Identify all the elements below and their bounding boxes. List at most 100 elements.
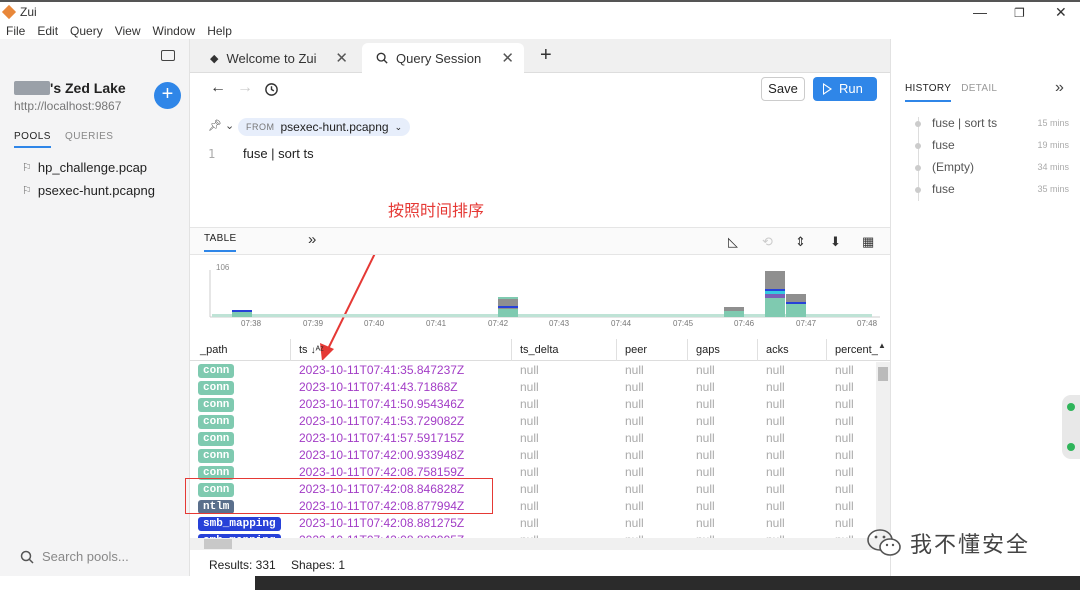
query-text[interactable]: fuse | sort ts	[243, 146, 314, 161]
null-cell[interactable]: null	[520, 482, 539, 496]
maximize-button[interactable]: ❐	[1014, 6, 1025, 20]
chart-shape-icon[interactable]: ◺	[728, 234, 738, 250]
column-divider[interactable]	[616, 339, 617, 361]
path-badge[interactable]: conn	[198, 432, 235, 446]
null-cell[interactable]: null	[766, 499, 785, 513]
history-item[interactable]: fuse | sort ts 15 mins	[915, 116, 1080, 132]
null-cell[interactable]: null	[625, 499, 644, 513]
from-pool-pill[interactable]: FROM psexec-hunt.pcapng ⌄	[238, 118, 411, 136]
path-badge[interactable]: smb_mapping	[198, 517, 281, 531]
collapse-panel-icon[interactable]: »	[1055, 79, 1064, 97]
column-header-peer[interactable]: peer	[625, 344, 647, 356]
tab-query-session[interactable]: Query Session ✕	[362, 43, 524, 73]
null-cell[interactable]: null	[520, 516, 539, 530]
tab-pools[interactable]: POOLS	[14, 131, 51, 148]
scroll-thumb[interactable]	[878, 367, 888, 381]
add-pool-button[interactable]: +	[154, 82, 181, 109]
menu-query[interactable]: Query	[70, 24, 103, 38]
null-cell[interactable]: null	[696, 482, 715, 496]
table-row[interactable]: conn 2023-10-11T07:41:50.954346Z null null n…	[190, 396, 876, 413]
minimize-button[interactable]: —	[973, 4, 987, 20]
tab-welcome[interactable]: ◆ Welcome to Zui ✕	[196, 43, 358, 73]
menu-file[interactable]: File	[6, 24, 25, 38]
null-cell[interactable]: null	[766, 363, 785, 377]
query-editor[interactable]: 1 fuse | sort ts	[190, 146, 890, 227]
column-divider[interactable]	[687, 339, 688, 361]
ts-cell[interactable]: 2023-10-11T07:42:08.758159Z	[299, 465, 464, 479]
table-row[interactable]: conn 2023-10-11T07:42:00.933948Z null null n…	[190, 447, 876, 464]
null-cell[interactable]: null	[625, 465, 644, 479]
null-cell[interactable]: null	[696, 465, 715, 479]
export-icon[interactable]: ⬇	[830, 234, 841, 250]
null-cell[interactable]: null	[520, 380, 539, 394]
null-cell[interactable]: null	[835, 482, 854, 496]
column-header-ts[interactable]: ts ↓ᴬᶻ	[299, 344, 324, 356]
ts-cell[interactable]: 2023-10-11T07:42:00.933948Z	[299, 448, 464, 462]
vertical-scrollbar[interactable]	[876, 362, 890, 538]
table-row[interactable]: conn 2023-10-11T07:41:43.71868Z null null nu…	[190, 379, 876, 396]
menu-edit[interactable]: Edit	[37, 24, 58, 38]
pool-item[interactable]: ⚐ hp_challenge.pcap	[22, 160, 147, 175]
search-pools-input[interactable]: Search pools...	[20, 549, 129, 564]
null-cell[interactable]: null	[625, 380, 644, 394]
close-window-button[interactable]: ✕	[1055, 4, 1067, 21]
table-row[interactable]: conn 2023-10-11T07:41:57.591715Z null null n…	[190, 430, 876, 447]
tab-table[interactable]: TABLE	[204, 233, 237, 252]
history-item[interactable]: fuse 35 mins	[915, 182, 1080, 198]
ts-cell[interactable]: 2023-10-11T07:41:57.591715Z	[299, 431, 464, 445]
null-cell[interactable]: null	[625, 414, 644, 428]
ts-cell[interactable]: 2023-10-11T07:41:43.71868Z	[299, 380, 458, 394]
null-cell[interactable]: null	[835, 499, 854, 513]
null-cell[interactable]: null	[835, 380, 854, 394]
null-cell[interactable]: null	[625, 482, 644, 496]
menu-window[interactable]: Window	[153, 24, 196, 38]
null-cell[interactable]: null	[766, 380, 785, 394]
null-cell[interactable]: null	[696, 448, 715, 462]
side-scroll-widget[interactable]	[1062, 395, 1080, 459]
path-badge[interactable]: conn	[198, 398, 235, 412]
null-cell[interactable]: null	[520, 431, 539, 445]
menu-view[interactable]: View	[115, 24, 141, 38]
refresh-icon[interactable]: ⟲	[762, 234, 773, 250]
null-cell[interactable]: null	[696, 363, 715, 377]
new-tab-button[interactable]: +	[540, 44, 552, 67]
table-row[interactable]: smb_mapping 2023-10-11T07:42:08.881275Z nu…	[190, 515, 876, 532]
null-cell[interactable]: null	[696, 380, 715, 394]
null-cell[interactable]: null	[766, 431, 785, 445]
back-arrow-icon[interactable]: ←	[210, 79, 226, 97]
column-header-gaps[interactable]: gaps	[696, 344, 720, 356]
path-badge[interactable]: conn	[198, 415, 235, 429]
tab-queries[interactable]: QUERIES	[65, 131, 114, 148]
column-header-path[interactable]: _path	[200, 344, 228, 356]
null-cell[interactable]: null	[835, 465, 854, 479]
close-tab-icon[interactable]: ✕	[335, 49, 348, 67]
null-cell[interactable]: null	[766, 465, 785, 479]
null-cell[interactable]: null	[696, 516, 715, 530]
ts-cell[interactable]: 2023-10-11T07:42:08.881275Z	[299, 516, 464, 530]
tab-history[interactable]: HISTORY	[905, 83, 952, 102]
null-cell[interactable]: null	[835, 448, 854, 462]
ts-cell[interactable]: 2023-10-11T07:41:35.847237Z	[299, 363, 464, 377]
pool-item[interactable]: ⚐ psexec-hunt.pcapng	[22, 183, 155, 198]
null-cell[interactable]: null	[835, 414, 854, 428]
history-item[interactable]: (Empty) 34 mins	[915, 160, 1080, 176]
path-badge[interactable]: conn	[198, 449, 235, 463]
ts-cell[interactable]: 2023-10-11T07:41:50.954346Z	[299, 397, 464, 411]
null-cell[interactable]: null	[625, 397, 644, 411]
column-header-percent[interactable]: percent_	[835, 344, 878, 356]
null-cell[interactable]: null	[766, 448, 785, 462]
close-tab-icon[interactable]: ✕	[501, 49, 514, 67]
menu-help[interactable]: Help	[207, 24, 232, 38]
column-header-acks[interactable]: acks	[766, 344, 789, 356]
column-divider[interactable]	[290, 339, 291, 361]
null-cell[interactable]: null	[520, 448, 539, 462]
null-cell[interactable]: null	[696, 431, 715, 445]
expand-icon[interactable]: »	[308, 231, 316, 248]
history-item[interactable]: fuse 19 mins	[915, 138, 1080, 154]
null-cell[interactable]: null	[766, 482, 785, 496]
null-cell[interactable]: null	[766, 397, 785, 411]
column-divider[interactable]	[757, 339, 758, 361]
pin-icon[interactable]: 📌︎ ⌄	[208, 119, 234, 132]
run-button[interactable]: Run	[813, 77, 877, 101]
columns-collapse-icon[interactable]: ⇕	[795, 234, 806, 250]
